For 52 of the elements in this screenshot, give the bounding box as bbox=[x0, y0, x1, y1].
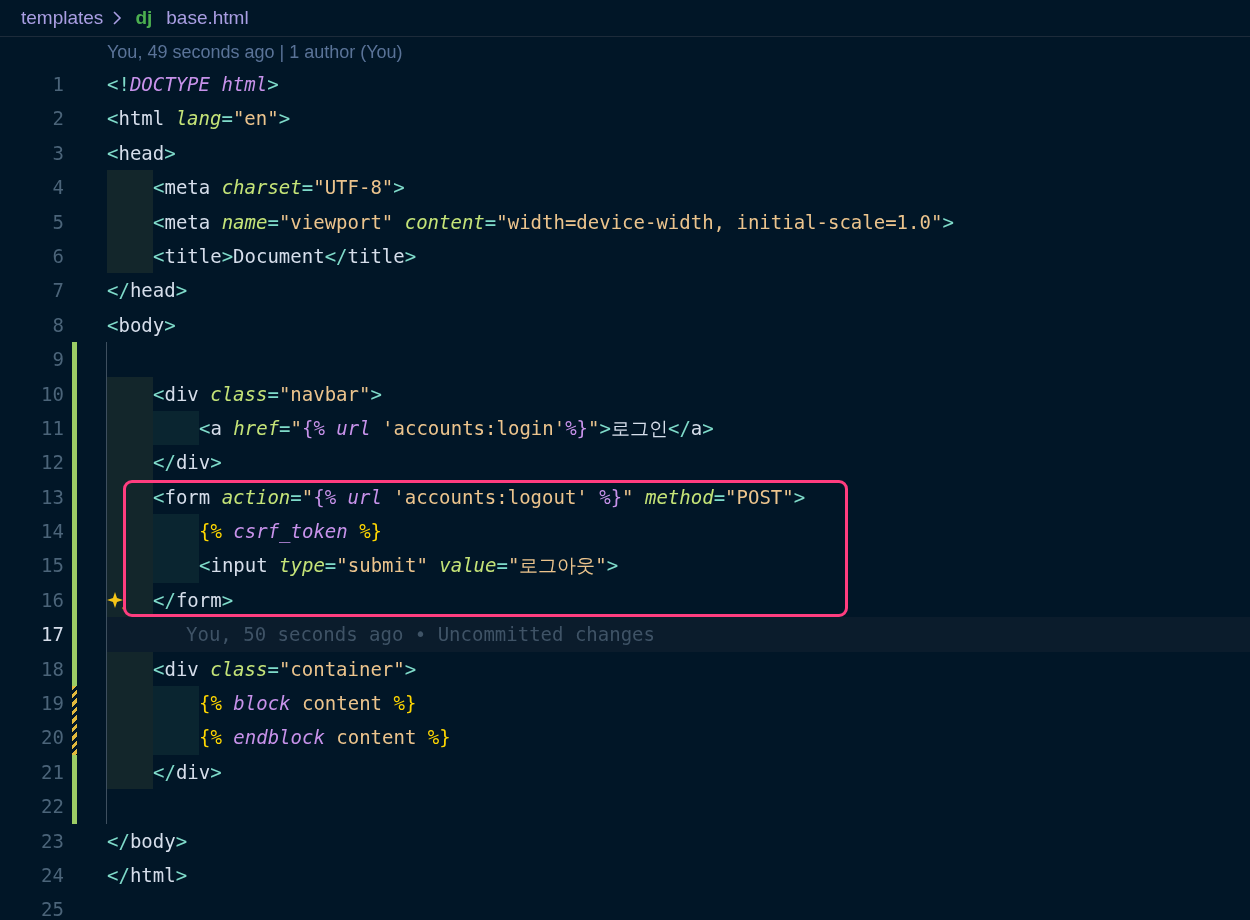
line-number: 14 bbox=[40, 519, 64, 545]
code-line: <head> bbox=[107, 140, 176, 166]
breadcrumb-folder[interactable]: templates bbox=[21, 7, 104, 29]
code-line: <html lang="en"> bbox=[107, 106, 291, 132]
line-number: 3 bbox=[51, 140, 64, 166]
line-number: 20 bbox=[40, 725, 64, 751]
line-number: 9 bbox=[51, 347, 64, 373]
code-line: <div class="container"> bbox=[153, 656, 417, 682]
line-number: 19 bbox=[40, 691, 64, 717]
code-line: </div> bbox=[153, 450, 222, 476]
code-line: <a href="{% url 'accounts:login'%}">로그인</a> bbox=[199, 415, 714, 441]
code-line: <!DOCTYPE html> bbox=[107, 72, 279, 97]
code-line: <body> bbox=[107, 312, 176, 338]
line-number: 1 bbox=[51, 72, 64, 97]
line-number: 7 bbox=[51, 278, 64, 304]
code-line: </html> bbox=[107, 863, 188, 888]
line-number: 10 bbox=[40, 381, 64, 407]
line-number: 5 bbox=[51, 209, 64, 235]
line-number: 13 bbox=[40, 484, 64, 510]
line-number: 12 bbox=[40, 450, 64, 476]
code-line: <meta charset="UTF-8"> bbox=[153, 175, 405, 201]
file-type-icon: dj bbox=[135, 7, 153, 29]
line-number: 6 bbox=[51, 243, 64, 269]
chevron-right-icon bbox=[111, 10, 124, 26]
code-line: </body> bbox=[107, 828, 188, 854]
codelens-annotation[interactable]: You, 49 seconds ago | 1 author (You) bbox=[107, 41, 403, 63]
line-number: 11 bbox=[40, 415, 64, 441]
code-line: </form> bbox=[153, 587, 234, 613]
line-number: 15 bbox=[40, 553, 64, 579]
breadcrumb-file[interactable]: base.html bbox=[166, 7, 249, 29]
line-number: 2 bbox=[51, 106, 64, 132]
code-line: <title>Document</title> bbox=[153, 243, 417, 269]
code-line: </head> bbox=[107, 278, 188, 304]
blame-annotation: You, 50 seconds ago • Uncommitted changes bbox=[186, 622, 655, 648]
line-number: 18 bbox=[40, 656, 64, 682]
line-number: 4 bbox=[51, 175, 64, 201]
line-number: 25 bbox=[40, 897, 64, 920]
code-line: <input type="submit" value="로그아웃"> bbox=[199, 553, 619, 579]
code-line: <meta name="viewport" content="width=device-width, initial-scale=1.0"> bbox=[153, 209, 954, 235]
line-number: 17 bbox=[40, 622, 64, 648]
code-line: <div class="navbar"> bbox=[153, 381, 382, 407]
code-line: {% csrf_token %} bbox=[199, 519, 383, 545]
code-line: {% endblock content %} bbox=[199, 725, 451, 751]
code-line: <form action="{% url 'accounts:logout' %}" method="POST"> bbox=[153, 484, 806, 510]
code-line: </div> bbox=[153, 759, 222, 785]
line-number: 23 bbox=[40, 828, 64, 854]
line-number: 16 bbox=[40, 587, 64, 613]
line-number: 21 bbox=[40, 759, 64, 785]
line-number: 24 bbox=[40, 863, 64, 888]
line-number: 8 bbox=[51, 312, 64, 338]
line-number: 22 bbox=[40, 794, 64, 820]
code-line: {% block content %} bbox=[199, 691, 417, 717]
